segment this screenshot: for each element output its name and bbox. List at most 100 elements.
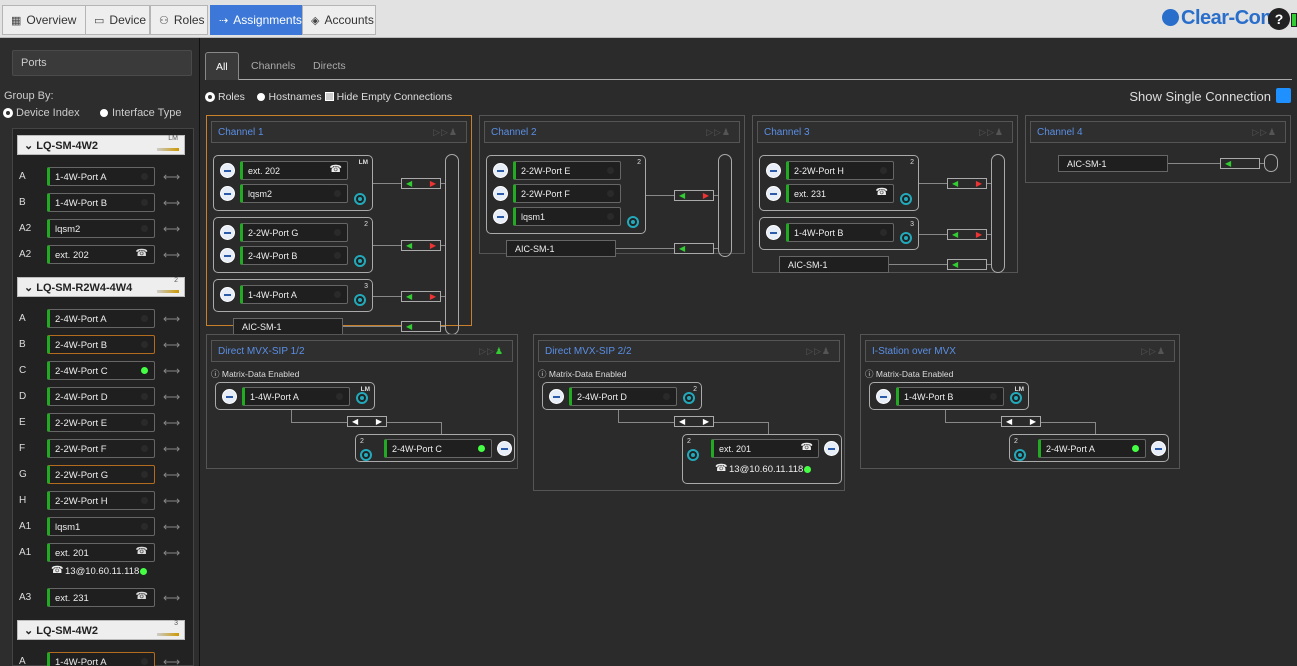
destination-group[interactable]: 2 2-4W-Port A: [1009, 434, 1169, 462]
drag-arrows-icon[interactable]: ⟷: [163, 416, 180, 430]
direct-panel[interactable]: Direct MVX-SIP 1/2 ▷▷♟ ⓘ Matrix-Data Enabl…: [206, 334, 518, 469]
drag-arrows-icon[interactable]: ⟷: [163, 591, 180, 605]
tab-overview[interactable]: ▦ Overview: [2, 5, 87, 35]
port-row[interactable]: A3 ext. 231 ☎ ⟷: [17, 588, 193, 608]
member-box[interactable]: 2-4W-Port C: [384, 439, 492, 458]
port-box[interactable]: 2-2W-Port G: [47, 465, 155, 484]
member-row[interactable]: lqsm2: [220, 184, 370, 203]
drag-arrows-icon[interactable]: ⟷: [163, 248, 180, 262]
channel-panel[interactable]: Channel 4 ▷▷♟ AIC-SM-1 ◀: [1025, 115, 1291, 183]
drag-arrows-icon[interactable]: ⟷: [163, 196, 180, 210]
connection-toggle[interactable]: ◀: [947, 259, 987, 270]
remove-member-icon[interactable]: [222, 389, 237, 404]
member-group[interactable]: 2 2-2W-Port E 2-2W-Port Flqsm1: [486, 155, 646, 234]
member-box[interactable]: ext. 231 ☎: [786, 184, 894, 203]
port-box[interactable]: ext. 231 ☎: [47, 588, 155, 607]
member-row[interactable]: ext. 202 ☎: [220, 161, 370, 180]
destination-group[interactable]: 2 ext. 201 ☎ ☎ 13@10.60.11.118: [682, 434, 842, 484]
member-row[interactable]: ext. 231 ☎: [766, 184, 916, 203]
drag-arrows-icon[interactable]: ⟷: [163, 338, 180, 352]
remove-member-icon[interactable]: [876, 389, 891, 404]
drag-arrows-icon[interactable]: ⟷: [163, 390, 180, 404]
drag-arrows-icon[interactable]: ⟷: [163, 655, 180, 666]
port-row[interactable]: G 2-2W-Port G ⟷: [17, 465, 193, 485]
port-row[interactable]: A1 lqsm1 ⟷: [17, 517, 193, 537]
panel-icons[interactable]: ▷▷♟: [806, 346, 831, 357]
panel-icons[interactable]: ▷▷♟: [706, 127, 731, 138]
connection-toggle[interactable]: ◀: [401, 321, 441, 332]
remove-member-icon[interactable]: [220, 186, 235, 201]
member-group[interactable]: 3 1-4W-Port B: [759, 217, 919, 250]
port-row[interactable]: A 1-4W-Port A ⟷: [17, 652, 193, 666]
port-row[interactable]: B 2-4W-Port B ⟷: [17, 335, 193, 355]
port-row[interactable]: H 2-2W-Port H ⟷: [17, 491, 193, 511]
port-box[interactable]: 2-4W-Port C: [47, 361, 155, 380]
connection-toggle[interactable]: ◀ ▶: [1001, 416, 1041, 427]
device-header[interactable]: ⌄ LQ-SM-4W2 3: [17, 620, 185, 640]
member-row[interactable]: 1-4W-Port A: [222, 387, 372, 406]
port-box[interactable]: 2-2W-Port H: [47, 491, 155, 510]
direct-panel[interactable]: Direct MVX-SIP 2/2 ▷▷♟ ⓘ Matrix-Data Enabl…: [533, 334, 845, 491]
port-row[interactable]: A 2-4W-Port A ⟷: [17, 309, 193, 329]
connection-toggle[interactable]: ◀ ▶: [674, 416, 714, 427]
aic-device-box[interactable]: AIC-SM-1: [1058, 155, 1168, 172]
panel-icons[interactable]: ▷▷♟: [1252, 127, 1277, 138]
member-box[interactable]: 2-4W-Port B: [240, 246, 348, 265]
drag-arrows-icon[interactable]: ⟷: [163, 312, 180, 326]
member-box[interactable]: 2-4W-Port D: [569, 387, 677, 406]
member-row[interactable]: 2-4W-Port B: [220, 246, 370, 265]
member-row[interactable]: 2-4W-Port D: [549, 387, 699, 406]
remove-member-icon[interactable]: [220, 248, 235, 263]
aic-device-box[interactable]: AIC-SM-1: [233, 318, 343, 335]
connection-toggle[interactable]: ◀ ▶: [947, 178, 987, 189]
help-button[interactable]: ?: [1268, 8, 1290, 30]
port-row[interactable]: F 2-2W-Port F ⟷: [17, 439, 193, 459]
drag-arrows-icon[interactable]: ⟷: [163, 546, 180, 560]
remove-member-icon[interactable]: [220, 287, 235, 302]
member-box[interactable]: 1-4W-Port A: [242, 387, 350, 406]
port-row[interactable]: A2 ext. 202 ☎ ⟷: [17, 245, 193, 265]
source-group[interactable]: LM 1-4W-Port B: [869, 382, 1029, 410]
remove-member-icon[interactable]: [766, 163, 781, 178]
direct-panel[interactable]: I-Station over MVX ▷▷♟ ⓘ Matrix-Data Enabl…: [860, 334, 1180, 469]
port-box[interactable]: ext. 201 ☎: [47, 543, 155, 562]
remove-member-icon[interactable]: [493, 186, 508, 201]
remove-member-icon[interactable]: [766, 186, 781, 201]
remove-member-icon[interactable]: [220, 163, 235, 178]
port-row[interactable]: D 2-4W-Port D ⟷: [17, 387, 193, 407]
panel-icons[interactable]: ▷▷♟: [433, 127, 458, 138]
member-box[interactable]: 1-4W-Port A: [240, 285, 348, 304]
source-group[interactable]: 2 2-4W-Port D: [542, 382, 702, 410]
group-toggle-icon[interactable]: [1014, 449, 1026, 461]
show-single-connection-icon[interactable]: [1276, 88, 1291, 103]
channel-panel[interactable]: Channel 1 ▷▷♟ LM ext. 202 ☎ lqsm2 ◀ ▶ 2 2-2W-Port…: [206, 115, 472, 335]
connection-toggle[interactable]: ◀: [674, 243, 714, 254]
panel-icons[interactable]: ▷▷♟: [479, 346, 504, 357]
radio-hostnames[interactable]: Hostnames: [256, 91, 322, 103]
remove-member-icon[interactable]: [497, 441, 512, 456]
port-box[interactable]: 1-4W-Port A: [47, 167, 155, 186]
port-box[interactable]: lqsm2: [47, 219, 155, 238]
device-header[interactable]: ⌄ LQ-SM-R2W4-4W4 2: [17, 277, 185, 297]
connection-toggle[interactable]: ◀ ▶: [674, 189, 714, 201]
tab-device[interactable]: ▭ Device: [85, 5, 150, 35]
port-box[interactable]: 2-4W-Port B: [47, 335, 155, 354]
port-box[interactable]: 2-4W-Port D: [47, 387, 155, 406]
panel-icons[interactable]: ▷▷♟: [979, 127, 1004, 138]
member-row[interactable]: 1-4W-Port B: [876, 387, 1026, 406]
connection-toggle[interactable]: ◀ ▶: [401, 240, 441, 251]
channel-panel[interactable]: Channel 2 ▷▷♟ 2 2-2W-Port E 2-2W-Port Flqsm1…: [479, 115, 745, 257]
member-group[interactable]: 2 2-2W-Port G 2-4W-Port B: [213, 217, 373, 273]
aic-device-box[interactable]: AIC-SM-1: [779, 256, 889, 273]
panel-icons[interactable]: ▷▷♟: [1141, 346, 1166, 357]
member-box[interactable]: 1-4W-Port B: [896, 387, 1004, 406]
source-group[interactable]: LM 1-4W-Port A: [215, 382, 375, 410]
port-row[interactable]: C 2-4W-Port C ⟷: [17, 361, 193, 381]
group-toggle-icon[interactable]: [687, 449, 699, 461]
member-group[interactable]: 2 2-2W-Port Hext. 231 ☎: [759, 155, 919, 211]
drag-arrows-icon[interactable]: ⟷: [163, 468, 180, 482]
remove-member-icon[interactable]: [1151, 441, 1166, 456]
port-box[interactable]: ext. 202 ☎: [47, 245, 155, 264]
member-box[interactable]: lqsm1: [513, 207, 621, 226]
remove-member-icon[interactable]: [549, 389, 564, 404]
